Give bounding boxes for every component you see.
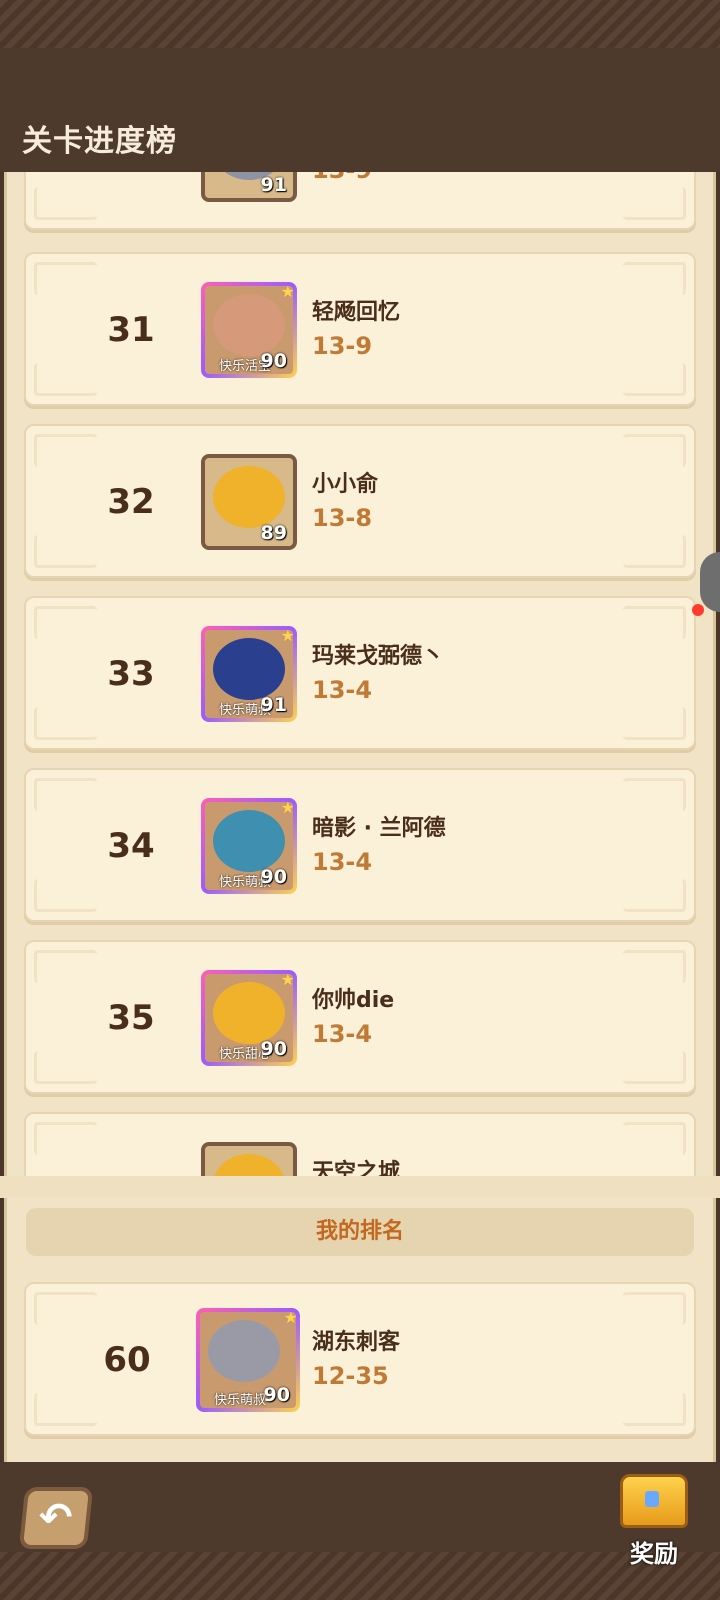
level-badge: 90 <box>263 1384 290 1406</box>
corner-ornament <box>623 1292 686 1325</box>
list-divider <box>0 1176 720 1198</box>
star-icon: ★ <box>280 282 295 301</box>
level-badge: 91 <box>260 694 287 716</box>
notification-dot <box>692 604 704 616</box>
corner-ornament <box>623 262 686 295</box>
corner-ornament <box>34 363 97 396</box>
back-arrow-icon: ↶ <box>39 1495 73 1541</box>
hero-portrait <box>208 1320 280 1382</box>
corner-ornament <box>623 187 686 220</box>
star-icon: ★ <box>280 970 295 989</box>
corner-ornament <box>34 1122 97 1155</box>
reward-label: 奖励 <box>630 1540 678 1568</box>
title-tag: 快乐萌叔 <box>214 1393 267 1408</box>
hero-portrait <box>213 466 285 528</box>
stage-progress: 12-35 <box>312 1362 389 1390</box>
corner-ornament <box>623 535 686 568</box>
avatar[interactable]: ★ 快乐萌叔 91 <box>201 626 297 722</box>
corner-ornament <box>34 707 97 740</box>
corner-ornament <box>34 778 97 811</box>
corner-ornament <box>34 1393 97 1426</box>
player-name: 暗影 · 兰阿德 <box>312 816 446 841</box>
corner-ornament <box>623 879 686 912</box>
star-icon: ★ <box>280 626 295 645</box>
hero-portrait <box>213 638 285 700</box>
list-item[interactable]: 33 ★ 快乐萌叔 91 玛莱戈弼德丶 13-4 <box>24 596 696 750</box>
corner-ornament <box>34 879 97 912</box>
corner-ornament <box>623 1393 686 1426</box>
avatar[interactable]: 91 <box>201 172 297 202</box>
my-rank-card[interactable]: 60 ★ 快乐萌叔 90 湖东刺客 12-35 <box>24 1282 696 1436</box>
side-drawer-tab[interactable] <box>700 552 720 612</box>
avatar[interactable]: ★ 快乐萌叔 90 <box>201 798 297 894</box>
player-name: 你帅die <box>312 988 395 1013</box>
corner-ornament <box>34 434 97 467</box>
stage-progress: 13-9 <box>312 172 372 184</box>
corner-ornament <box>34 950 97 983</box>
level-badge: 90 <box>260 866 287 888</box>
list-item[interactable]: 34 ★ 快乐萌叔 90 暗影 · 兰阿德 13-4 <box>24 768 696 922</box>
list-item[interactable]: 35 ★ 快乐甜心 90 你帅die 13-4 <box>24 940 696 1094</box>
top-decor-strip <box>0 0 720 50</box>
rank-number: 33 <box>107 654 155 694</box>
player-name: 小小俞 <box>312 472 379 497</box>
avatar[interactable]: ★ 快乐甜心 90 <box>201 970 297 1066</box>
back-button[interactable]: ↶ <box>18 1487 94 1549</box>
level-badge: 90 <box>260 350 287 372</box>
corner-ornament <box>34 1051 97 1084</box>
stage-progress: 13-4 <box>312 676 373 704</box>
corner-ornament <box>34 606 97 639</box>
level-badge: 89 <box>260 522 287 544</box>
corner-ornament <box>623 707 686 740</box>
corner-ornament <box>34 187 97 220</box>
corner-ornament <box>623 1122 686 1155</box>
my-rank-header: 我的排名 <box>26 1208 694 1256</box>
list-item[interactable]: 91 13-9 <box>24 172 696 230</box>
star-icon: ★ <box>280 798 295 817</box>
stage-progress: 13-4 <box>312 848 373 876</box>
rank-number: 34 <box>107 826 155 866</box>
avatar[interactable]: ★ 快乐活宝 90 <box>201 282 297 378</box>
rank-number: 32 <box>107 482 155 522</box>
list-item[interactable]: 32 89 小小俞 13-8 <box>24 424 696 578</box>
player-name: 轻飏回忆 <box>312 300 401 325</box>
list-item[interactable]: 31 ★ 快乐活宝 90 轻飏回忆 13-9 <box>24 252 696 406</box>
corner-ornament <box>34 262 97 295</box>
corner-ornament <box>623 434 686 467</box>
level-badge: 91 <box>260 174 287 196</box>
player-name: 玛莱戈弼德丶 <box>312 644 445 669</box>
hero-portrait <box>213 982 285 1044</box>
avatar[interactable]: ★ 快乐萌叔 90 <box>196 1308 300 1412</box>
treasure-chest-icon <box>620 1474 688 1528</box>
avatar[interactable]: 89 <box>201 454 297 550</box>
reward-button[interactable]: 奖励 <box>604 1474 704 1574</box>
player-name: 湖东刺客 <box>312 1330 401 1355</box>
stage-progress: 13-9 <box>312 332 373 360</box>
hero-portrait <box>213 294 285 356</box>
corner-ornament <box>623 950 686 983</box>
rank-number: 35 <box>107 998 155 1038</box>
corner-ornament <box>34 535 97 568</box>
level-badge: 90 <box>260 1038 287 1060</box>
corner-ornament <box>623 1051 686 1084</box>
corner-ornament <box>623 363 686 396</box>
my-rank-label: 我的排名 <box>315 1219 404 1244</box>
stage-progress: 13-4 <box>312 1020 373 1048</box>
rank-number: 60 <box>103 1340 151 1380</box>
hero-portrait <box>213 810 285 872</box>
corner-ornament <box>623 778 686 811</box>
header: 关卡进度榜 <box>0 48 720 172</box>
page-title: 关卡进度榜 <box>22 124 177 159</box>
corner-ornament <box>623 606 686 639</box>
star-icon: ★ <box>283 1308 298 1327</box>
stage-progress: 13-8 <box>312 504 373 532</box>
leaderboard-list[interactable]: 91 13-9 31 ★ 快乐活宝 90 轻飏回忆 13-9 32 89 小小俞… <box>0 172 720 1198</box>
rank-number: 31 <box>107 310 155 350</box>
corner-ornament <box>34 1292 97 1325</box>
